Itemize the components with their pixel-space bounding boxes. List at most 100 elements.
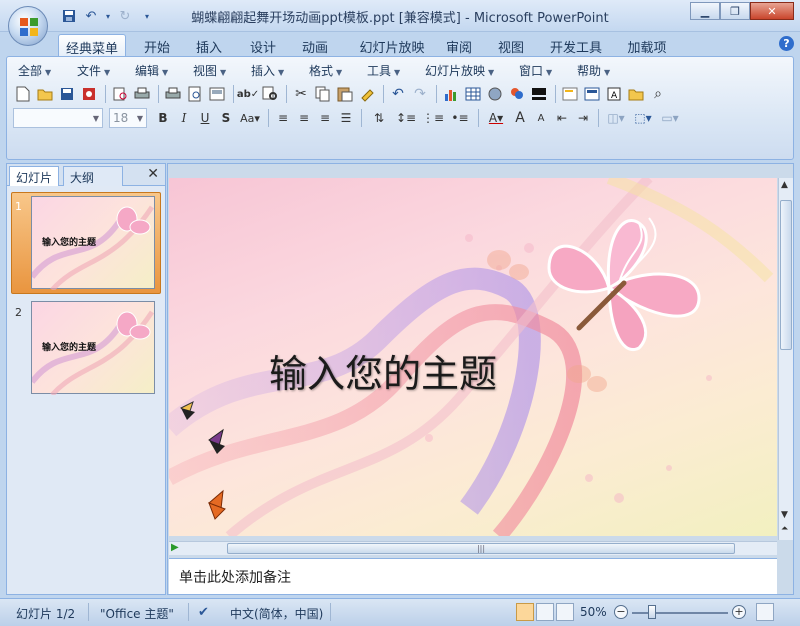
- menu-all[interactable]: 全部 ▼: [18, 62, 51, 79]
- increase-indent-icon[interactable]: ⇥: [573, 108, 593, 128]
- save-icon[interactable]: [60, 7, 78, 25]
- menu-file[interactable]: 文件 ▼: [77, 62, 110, 79]
- zoom-slider[interactable]: [632, 612, 728, 614]
- tab-home[interactable]: 开始: [138, 34, 176, 56]
- zoom-slider-thumb[interactable]: [648, 605, 656, 619]
- permission-icon[interactable]: [79, 84, 99, 104]
- insert-chart-icon[interactable]: [441, 84, 461, 104]
- normal-view-icon[interactable]: [516, 603, 534, 621]
- shrink-font-icon[interactable]: A: [531, 108, 551, 128]
- undo-dropdown-icon[interactable]: ▾: [104, 7, 112, 25]
- scroll-left-icon[interactable]: ▶: [171, 542, 179, 553]
- quick-styles-icon[interactable]: ▭▾: [657, 108, 683, 128]
- print-icon-2[interactable]: [163, 84, 183, 104]
- tab-design[interactable]: 设计: [244, 34, 282, 56]
- align-left-icon[interactable]: ≡: [273, 108, 293, 128]
- align-right-icon[interactable]: ≡: [315, 108, 335, 128]
- insert-table-icon[interactable]: [463, 84, 483, 104]
- slide-layout-icon[interactable]: [582, 84, 602, 104]
- spelling-icon[interactable]: ab✓: [237, 84, 259, 104]
- scroll-down-icon[interactable]: ▼: [781, 510, 788, 520]
- slide-canvas[interactable]: 输入您的主题: [169, 178, 777, 536]
- menu-slideshow[interactable]: 幻灯片放映 ▼: [425, 62, 494, 79]
- font-name-combo[interactable]: ▼: [13, 108, 103, 128]
- close-icon[interactable]: ✕: [147, 166, 159, 182]
- undo-icon[interactable]: ↶: [388, 84, 408, 104]
- menu-tools[interactable]: 工具 ▼: [367, 62, 400, 79]
- underline-button[interactable]: U: [195, 108, 215, 128]
- scroll-up-icon[interactable]: ▲: [781, 180, 788, 190]
- zoom-level[interactable]: 50%: [580, 605, 607, 619]
- new-document-icon[interactable]: [13, 84, 33, 104]
- fit-to-window-icon[interactable]: [756, 603, 774, 621]
- tab-slides[interactable]: 幻灯片: [9, 166, 60, 186]
- redo-icon[interactable]: ↷: [410, 84, 430, 104]
- shapes-icon[interactable]: ◫▾: [603, 108, 629, 128]
- office-button[interactable]: [8, 6, 48, 46]
- help-icon[interactable]: ?: [779, 36, 794, 51]
- copy-icon[interactable]: [313, 84, 333, 104]
- slide-title[interactable]: 输入您的主题: [269, 343, 497, 398]
- arrange-icon[interactable]: ⬚▾: [630, 108, 656, 128]
- close-button[interactable]: ✕: [750, 2, 794, 20]
- zoom-out-icon[interactable]: −: [614, 605, 628, 619]
- save-icon[interactable]: [57, 84, 77, 104]
- justify-icon[interactable]: ☰: [336, 108, 356, 128]
- undo-icon[interactable]: ↶: [82, 7, 100, 25]
- tab-insert[interactable]: 插入: [190, 34, 228, 56]
- slide-thumbnail-2[interactable]: 输入您的主题: [31, 301, 155, 395]
- folder-icon[interactable]: [626, 84, 646, 104]
- previous-slide-icon[interactable]: ⏶: [781, 524, 788, 534]
- language-indicator[interactable]: 中文(简体，中国): [230, 605, 323, 622]
- menu-insert[interactable]: 插入 ▼: [251, 62, 284, 79]
- shadow-button[interactable]: S: [216, 108, 236, 128]
- maximize-button[interactable]: ❐: [720, 2, 750, 20]
- research-icon[interactable]: [260, 84, 280, 104]
- grow-font-icon[interactable]: A: [510, 108, 530, 128]
- menu-edit[interactable]: 编辑 ▼: [135, 62, 168, 79]
- format-painter-icon[interactable]: [357, 84, 377, 104]
- bullets-icon[interactable]: •≡: [447, 108, 473, 128]
- new-slide-icon[interactable]: [560, 84, 580, 104]
- slide-sorter-icon[interactable]: [536, 603, 554, 621]
- bold-button[interactable]: B: [153, 108, 173, 128]
- insert-clipart-icon[interactable]: [485, 84, 505, 104]
- numbering-icon[interactable]: ⋮≡: [420, 108, 446, 128]
- cut-icon[interactable]: ✂: [291, 84, 311, 104]
- menu-help[interactable]: 帮助 ▼: [577, 62, 610, 79]
- notes-pane[interactable]: 单击此处添加备注: [169, 558, 777, 594]
- italic-button[interactable]: I: [174, 108, 194, 128]
- paste-icon[interactable]: [335, 84, 355, 104]
- text-box-icon[interactable]: A: [604, 84, 624, 104]
- slideshow-view-icon[interactable]: [556, 603, 574, 621]
- slide-thumbnail-1[interactable]: 输入您的主题: [31, 196, 155, 290]
- open-folder-icon[interactable]: [35, 84, 55, 104]
- print-icon[interactable]: [132, 84, 152, 104]
- tab-review[interactable]: 审阅: [440, 34, 478, 56]
- print-preview-icon[interactable]: [110, 84, 130, 104]
- align-center-icon[interactable]: ≡: [294, 108, 314, 128]
- preview-icon[interactable]: [185, 84, 205, 104]
- scroll-thumb[interactable]: |||: [227, 543, 735, 554]
- insert-picture-icon[interactable]: [507, 84, 527, 104]
- customize-qat-icon[interactable]: ▾: [138, 7, 156, 25]
- tab-outline[interactable]: 大纲: [63, 166, 123, 186]
- tab-developer[interactable]: 开发工具: [544, 34, 608, 56]
- line-spacing-icon[interactable]: ↕≡: [393, 108, 419, 128]
- redo-icon[interactable]: ↻: [116, 7, 134, 25]
- vertical-scrollbar[interactable]: ▲ ▼ ⏶: [778, 178, 793, 540]
- scroll-thumb[interactable]: [780, 200, 792, 350]
- tab-animation[interactable]: 动画: [296, 34, 334, 56]
- font-size-combo[interactable]: 18 ▼: [109, 108, 147, 128]
- tab-classic-menu[interactable]: 经典菜单: [58, 34, 126, 57]
- menu-view[interactable]: 视图 ▼: [193, 62, 226, 79]
- tab-view[interactable]: 视图: [492, 34, 530, 56]
- layout-icon[interactable]: [207, 84, 227, 104]
- horizontal-scrollbar[interactable]: ▶ |||: [169, 541, 777, 555]
- decrease-indent-icon[interactable]: ⇤: [552, 108, 572, 128]
- zoom-search-icon[interactable]: ⌕: [648, 84, 668, 104]
- font-color-icon[interactable]: A▾: [483, 108, 509, 128]
- menu-window[interactable]: 窗口 ▼: [519, 62, 552, 79]
- theme-name[interactable]: "Office 主题": [100, 605, 174, 622]
- change-case-icon[interactable]: Aa▾: [237, 108, 263, 128]
